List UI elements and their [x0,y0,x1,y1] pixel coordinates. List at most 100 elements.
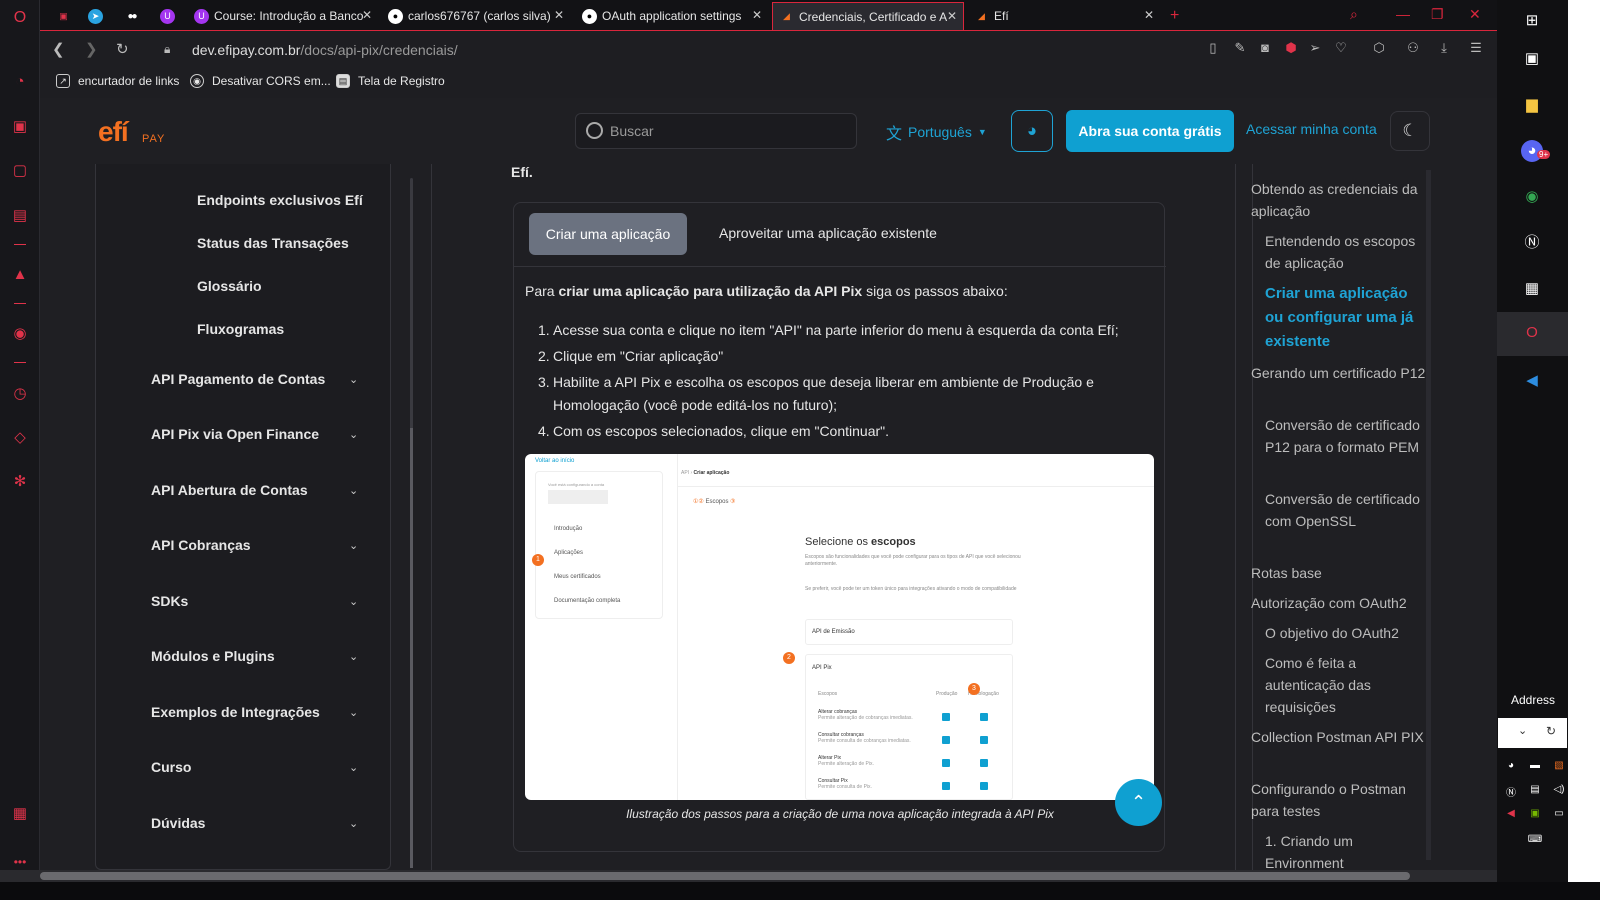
sidebar-subitem[interactable]: Glossário [197,278,262,294]
toc-item[interactable]: Autorização com OAuth2 [1251,592,1431,614]
search-tabs-icon[interactable]: ⌕ [1350,6,1358,23]
theme-toggle[interactable]: ☾ [1390,111,1430,151]
language-selector[interactable]: 文 Português ▼ [886,120,987,144]
tab-aplicacao-existente[interactable]: Aproveitar uma aplicação existente [719,225,937,241]
sidebar-item-duvidas[interactable]: Dúvidas [151,815,361,831]
toc-item-active[interactable]: Criar uma aplicação ou configurar uma já… [1265,282,1425,354]
ime-tray-icon[interactable]: ▤ [1527,784,1543,795]
discord-tray-icon[interactable]: ◕ [1503,760,1519,771]
close-tab-icon[interactable]: ✕ [554,8,564,22]
folder-icon[interactable]: ▆ [1521,94,1543,116]
chevron-down-icon[interactable]: ⌄ [349,650,358,663]
history-icon[interactable]: ◷ [10,384,30,404]
sidebar-subitem[interactable]: Fluxogramas [197,321,284,337]
url-field[interactable]: dev.efipay.com.br/docs/api-pix/credencia… [192,42,458,58]
network-icon[interactable]: ▭ [1551,808,1567,819]
gallery-icon[interactable]: ▦ [10,804,30,824]
nvidia-icon[interactable]: ▣ [1527,808,1543,819]
address-toolbar-input[interactable]: ⌄ ↻ [1498,718,1567,748]
tab[interactable]: ●● [118,2,146,30]
toc-item[interactable]: 1. Criando um Environment [1265,830,1425,874]
tab-github-profile[interactable]: ● carlos676767 (carlos silva) ✕ [382,2,570,30]
chevron-down-icon[interactable]: ⌄ [349,595,358,608]
toc-item[interactable]: Configurando o Postman para testes [1251,778,1431,822]
sidebar-item-pagamento[interactable]: API Pagamento de Contas [151,371,361,387]
tab[interactable]: U [154,2,182,30]
reload-icon[interactable]: ↻ [116,40,129,58]
player-icon[interactable]: ▤ [10,206,30,226]
forward-icon[interactable]: ❯ [85,40,98,58]
toc-item[interactable]: Rotas base [1251,562,1431,584]
chevron-down-icon[interactable]: ⌄ [349,706,358,719]
chevron-down-icon[interactable]: ⌄ [349,817,358,830]
toc-item[interactable]: Conversão de certificado com OpenSSL [1265,488,1425,532]
tab-credenciais[interactable]: ◢ Credenciais, Certificado e A ✕ [772,2,964,30]
opera-app-icon[interactable]: O [1521,322,1543,344]
sidebar-item-curso[interactable]: Curso [151,759,361,775]
shopping-bag-icon[interactable]: ▣ [10,117,30,137]
speaker-icon[interactable]: ◀ [1503,808,1519,819]
efi-logo[interactable]: efí [98,116,129,148]
task-view-icon[interactable]: ▣ [1521,48,1543,70]
close-tab-icon[interactable]: ✕ [752,8,762,22]
refresh-icon[interactable]: ↻ [1546,724,1556,738]
sidebar-item-abertura[interactable]: API Abertura de Contas [151,482,361,498]
sublime-tray-icon[interactable]: ▧ [1551,760,1567,771]
opera-logo-icon[interactable]: O [10,8,30,28]
tab[interactable]: ➤ [82,2,110,30]
bookmark-item[interactable]: ▤ Tela de Registro [336,74,445,88]
settings-icon[interactable]: ✻ [10,472,30,492]
toc-item[interactable]: Collection Postman API PIX [1251,726,1431,748]
open-account-button[interactable]: Abra sua conta grátis [1066,110,1234,152]
chevron-down-icon[interactable]: ⌄ [349,428,358,441]
back-icon[interactable]: ❮ [52,40,65,58]
menu-icon[interactable]: ☰ [1469,41,1483,55]
aria-icon[interactable]: ▲ [10,265,30,285]
chevron-down-icon[interactable]: ⌄ [349,373,358,386]
message-tray-icon[interactable]: ▬ [1527,760,1543,771]
download-icon[interactable]: ⤓ [1437,41,1451,55]
sidebar-item-cobrancas[interactable]: API Cobranças [151,537,361,553]
sidebar-subitem[interactable]: Status das Transações [197,235,349,251]
tab-udemy-course[interactable]: U Course: Introdução a Banco ✕ [188,2,378,30]
camera-icon[interactable]: ◙ [1258,41,1272,55]
chevron-down-icon[interactable]: ⌄ [349,761,358,774]
toc-item[interactable]: Obtendo as credenciais da aplicação [1251,178,1431,222]
minimize-icon[interactable]: — [1396,6,1410,22]
tab-criar-aplicacao[interactable]: Criar uma aplicação [529,213,687,255]
edit-icon[interactable]: ✎ [1233,41,1247,55]
restore-icon[interactable]: ❐ [1431,6,1444,23]
discord-button[interactable]: ◕ [1011,110,1053,152]
toc-scrollbar[interactable] [1426,170,1431,860]
back-to-top-button[interactable]: ⌃ [1115,779,1162,826]
reader-icon[interactable]: ▯ [1206,41,1220,55]
tab-efi[interactable]: ◢ Efí ✕ [968,2,1160,30]
shield-icon[interactable]: ⬢ [1284,41,1298,55]
chevron-down-icon[interactable]: ⌄ [349,484,358,497]
vscode-icon[interactable]: ◀ [1521,370,1543,392]
tab[interactable]: ▣ [50,2,78,30]
cube-icon[interactable]: ◇ [10,428,30,448]
sidebar-item-sdks[interactable]: SDKs [151,593,361,609]
login-link[interactable]: Acessar minha conta [1246,121,1377,137]
windows-start-icon[interactable]: ⊞ [1521,10,1543,32]
sidebar-item-open-finance[interactable]: API Pix via Open Finance [151,426,361,442]
sidebar-scroll-thumb[interactable] [410,428,413,868]
keyboard-icon[interactable]: ⌨ [1523,834,1547,845]
volume-icon[interactable]: ◁) [1551,784,1567,795]
new-tab-button[interactable]: + [1164,2,1184,30]
toc-item[interactable]: Conversão de certificado P12 para o form… [1265,414,1425,458]
send-icon[interactable]: ➢ [1308,41,1322,55]
close-tab-icon[interactable]: ✕ [947,9,957,23]
bookmark-item[interactable]: ◉ Desativar CORS em... [190,74,331,88]
lock-icon[interactable]: 🔒︎ [164,42,170,57]
more-icon[interactable]: ••• [10,852,30,872]
twitch-icon[interactable]: ▢ [10,161,30,181]
heart-icon[interactable]: ♡ [1334,41,1348,55]
extensions-icon[interactable]: ⬡ [1372,41,1386,55]
chevron-down-icon[interactable]: ⌄ [1518,724,1527,737]
speed-dial-icon[interactable]: ◔ [10,72,30,92]
chevron-down-icon[interactable]: ⌄ [349,539,358,552]
notion-icon[interactable]: Ⓝ [1521,232,1543,254]
toc-item[interactable]: O objetivo do OAuth2 [1265,622,1425,644]
